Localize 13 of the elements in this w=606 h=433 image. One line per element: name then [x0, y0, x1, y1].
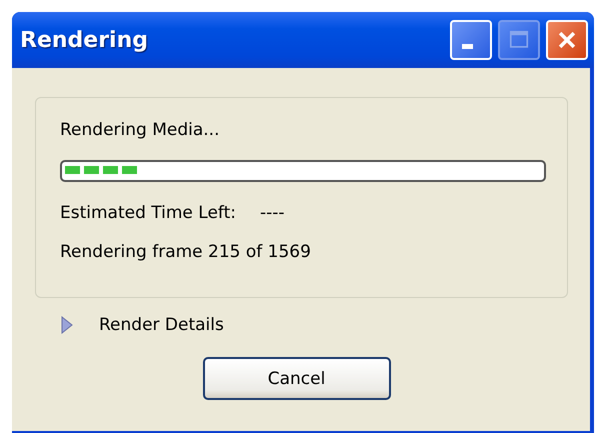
expand-arrow-icon[interactable]: [61, 316, 73, 334]
time-left-value: ----: [260, 203, 285, 223]
close-button[interactable]: [546, 20, 588, 60]
minimize-icon: [462, 44, 472, 48]
status-heading: Rendering Media...: [60, 120, 220, 140]
render-details-toggle[interactable]: Render Details: [99, 315, 224, 335]
frame-progress-text: Rendering frame 215 of 1569: [60, 242, 312, 262]
close-icon: [556, 29, 578, 51]
time-left-label: Estimated Time Left:: [60, 203, 236, 223]
maximize-button[interactable]: [498, 20, 540, 60]
minimize-button[interactable]: [450, 20, 492, 60]
cancel-button[interactable]: Cancel: [202, 357, 390, 400]
window-title: Rendering: [20, 28, 148, 52]
